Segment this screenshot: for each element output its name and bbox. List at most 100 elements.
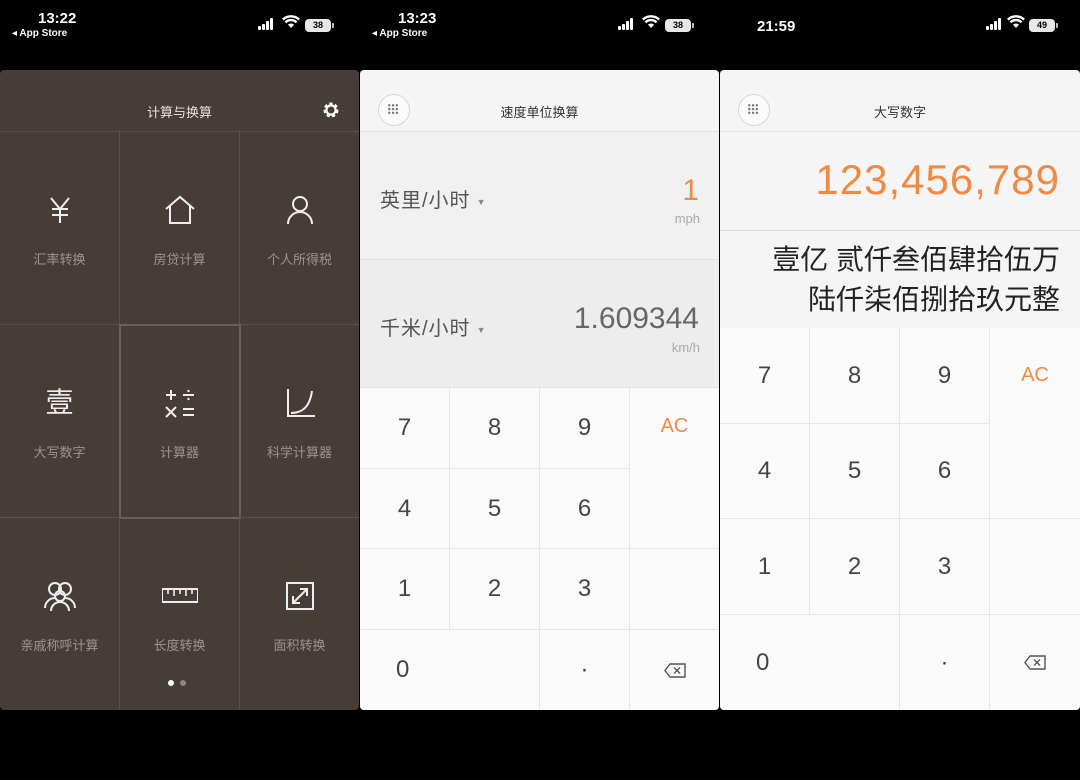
page-title: 计算与换算: [146, 105, 212, 120]
tile-label: 汇率转换: [33, 252, 86, 267]
key-5[interactable]: 5: [450, 469, 540, 549]
key-4[interactable]: 4: [360, 469, 450, 549]
yuan-icon: [49, 197, 70, 223]
uppercase-line-1: 壹亿 贰仟叁佰肆拾伍万: [772, 244, 1060, 275]
status-bar-2: 13:23 ◂ App Store 38: [360, 0, 720, 60]
status-time: 13:23: [398, 10, 437, 27]
key-7[interactable]: 7: [720, 328, 810, 424]
ruler-icon: [161, 588, 198, 603]
page-title: 大写数字: [873, 105, 926, 120]
from-unit-selector[interactable]: 英里/小时 ▼: [380, 184, 486, 213]
from-unit-label: 英里/小时: [380, 190, 471, 212]
key-6[interactable]: 6: [900, 424, 990, 519]
status-time: 13:22: [38, 10, 77, 27]
status-time: 21:59: [757, 18, 796, 35]
wifi-icon: [282, 15, 300, 28]
keypad: 7 8 9 AC 4 5 6 1 2 3 0 ·: [360, 388, 719, 710]
key-9[interactable]: 9: [900, 328, 990, 424]
backspace-button[interactable]: [630, 630, 719, 710]
key-0[interactable]: 0: [720, 615, 900, 710]
key-5[interactable]: 5: [810, 424, 900, 519]
uppercase-line-2: 陆仟柒佰捌拾玖元整: [807, 284, 1060, 315]
back-to-app-store-link[interactable]: ◂ App Store: [372, 28, 427, 39]
from-unit-row[interactable]: 英里/小时 ▼ 1 mph: [360, 132, 719, 260]
status-bar-1: 13:22 ◂ App Store 38: [0, 0, 360, 60]
to-unit-label: 千米/小时: [380, 318, 471, 340]
key-1[interactable]: 1: [720, 519, 810, 615]
number-input-display: 123,456,789: [815, 156, 1060, 203]
key-6[interactable]: 6: [540, 469, 630, 549]
key-0[interactable]: 0: [360, 630, 540, 710]
tile-scientific-calculator[interactable]: 科学计算器: [240, 325, 359, 518]
key-3[interactable]: 3: [900, 519, 990, 615]
key-8[interactable]: 8: [450, 388, 540, 469]
dropdown-caret-icon: ▼: [476, 324, 487, 335]
uppercase-result: 壹亿 贰仟叁佰肆拾伍万 陆仟柒佰捌拾玖元整: [772, 240, 1060, 320]
tile-calculator[interactable]: 计算器: [119, 324, 241, 519]
key-decimal[interactable]: ·: [540, 630, 630, 710]
divider: [720, 230, 1080, 231]
key-blank: [630, 549, 719, 630]
key-blank: [990, 519, 1080, 615]
key-9[interactable]: 9: [540, 388, 630, 469]
tile-label: 房贷计算: [153, 252, 206, 267]
back-to-app-store-link[interactable]: ◂ App Store: [12, 28, 67, 39]
capital-number-screen: 大写数字 123,456,789 壹亿 贰仟叁佰肆拾伍万 陆仟柒佰捌拾玖元整 7…: [720, 70, 1080, 710]
key-2[interactable]: 2: [450, 549, 540, 630]
backspace-icon: [1024, 655, 1046, 670]
tile-income-tax[interactable]: 个人所得税: [240, 132, 359, 325]
to-unit-selector[interactable]: 千米/小时 ▼: [380, 312, 486, 341]
to-value: 1.609344: [573, 302, 699, 335]
to-unit-abbr: km/h: [671, 340, 700, 355]
clear-button[interactable]: AC: [630, 388, 719, 549]
key-decimal[interactable]: ·: [900, 615, 990, 710]
battery-indicator: 49: [1029, 19, 1058, 32]
page-title: 速度单位换算: [500, 105, 579, 120]
tile-exchange-rate[interactable]: 汇率转换: [0, 132, 120, 325]
tile-label: 个人所得税: [266, 252, 332, 267]
cellular-signal-icon: [618, 18, 635, 30]
page-dot-active: [168, 680, 174, 686]
from-unit-abbr: mph: [674, 211, 700, 226]
header: 速度单位换算: [360, 70, 719, 132]
tile-capital-number[interactable]: 壹 大写数字: [0, 325, 120, 518]
settings-gear-icon[interactable]: [321, 100, 341, 120]
tile-label: 大写数字: [33, 445, 86, 460]
person-icon: [286, 196, 313, 225]
cellular-signal-icon: [986, 18, 1003, 30]
speed-converter-screen: 速度单位换算 英里/小时 ▼ 1 mph 千米/小时 ▼ 1.609344 km/h…: [360, 70, 719, 710]
capital-number-icon: 壹: [45, 387, 74, 418]
cellular-signal-icon: [258, 18, 275, 30]
status-bar-3: 21:59 49: [720, 0, 1080, 60]
tile-label: 亲戚称呼计算: [20, 638, 99, 653]
clear-button[interactable]: AC: [990, 328, 1080, 519]
dropdown-caret-icon: ▼: [476, 196, 487, 207]
tile-label: 科学计算器: [266, 445, 332, 460]
wifi-icon: [1007, 15, 1025, 28]
wifi-icon: [642, 15, 660, 28]
key-1[interactable]: 1: [360, 549, 450, 630]
battery-indicator: 38: [305, 19, 334, 32]
tile-label: 面积转换: [273, 638, 326, 653]
header: 计算与换算: [0, 70, 359, 132]
battery-indicator: 38: [665, 19, 694, 32]
key-2[interactable]: 2: [810, 519, 900, 615]
page-indicator: [168, 673, 192, 691]
header: 大写数字: [720, 70, 1080, 132]
key-7[interactable]: 7: [360, 388, 450, 469]
scientific-calculator-icon: [286, 389, 315, 417]
from-value: 1: [682, 174, 699, 207]
tools-home-screen: 计算与换算 汇率转换 房贷计算 个人所得税 壹 大写数字 计算器 科学计算器 亲…: [0, 70, 359, 710]
key-4[interactable]: 4: [720, 424, 810, 519]
tile-label: 计算器: [159, 445, 199, 460]
tile-area[interactable]: 面积转换: [240, 518, 359, 710]
tile-mortgage[interactable]: 房贷计算: [120, 132, 240, 325]
relatives-icon: [43, 582, 76, 612]
tile-label: 长度转换: [153, 638, 206, 653]
tile-relatives-title[interactable]: 亲戚称呼计算: [0, 518, 120, 710]
backspace-button[interactable]: [990, 615, 1080, 710]
backspace-icon: [663, 662, 686, 678]
to-unit-row[interactable]: 千米/小时 ▼ 1.609344 km/h: [360, 260, 719, 388]
key-8[interactable]: 8: [810, 328, 900, 424]
key-3[interactable]: 3: [540, 549, 630, 630]
